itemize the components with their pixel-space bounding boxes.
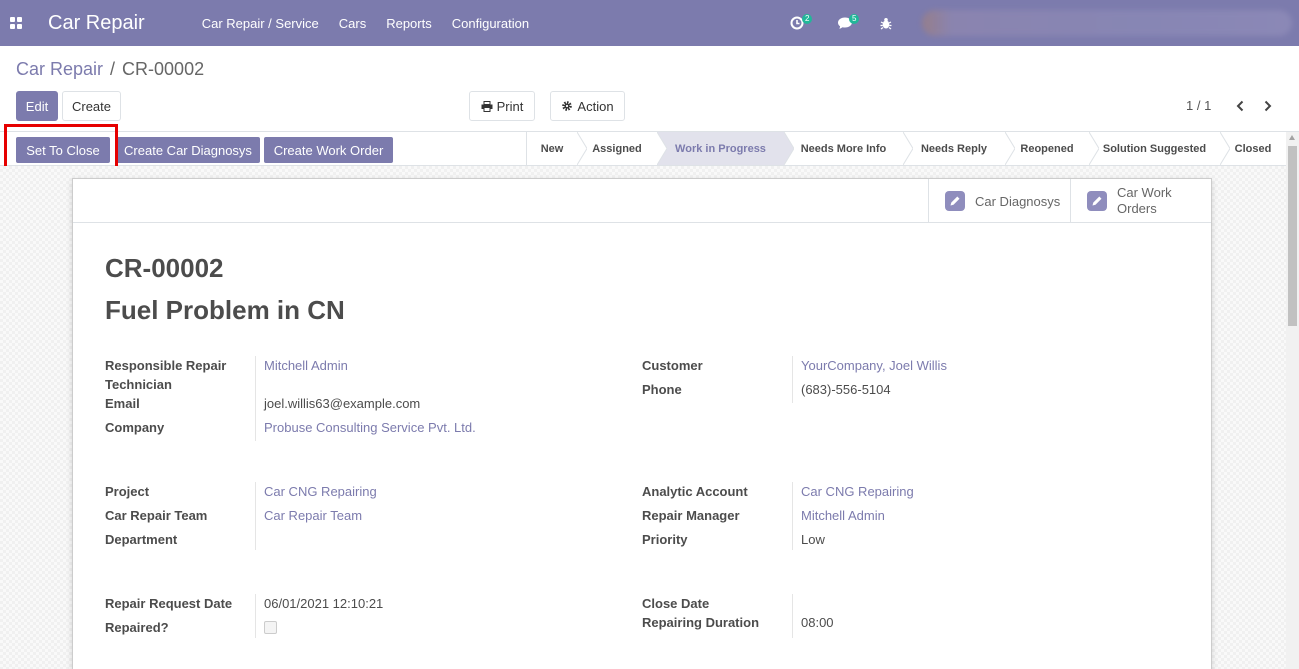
email-field[interactable]: joel.willis63@example.com: [264, 394, 420, 413]
project-field[interactable]: Car CNG Repairing: [264, 482, 377, 501]
priority-label: Priority: [642, 532, 688, 547]
phone-field[interactable]: (683)-556-5104: [801, 380, 891, 399]
company-field[interactable]: Probuse Consulting Service Pvt. Ltd.: [264, 418, 476, 437]
apps-menu-icon[interactable]: [0, 0, 32, 46]
project-label: Project: [105, 484, 150, 499]
print-label: Print: [496, 98, 524, 114]
breadcrumb-current: CR-00002: [122, 59, 205, 79]
smart-button-label-line2: Orders: [1117, 201, 1157, 216]
stage-label: Closed: [1234, 142, 1272, 155]
stage-needs-reply[interactable]: Needs Reply: [903, 132, 1015, 165]
email-label: Email: [105, 396, 140, 411]
car-work-orders-smart-button[interactable]: Car Work Orders: [1070, 179, 1211, 223]
edit-button[interactable]: Edit: [16, 91, 58, 121]
action-button[interactable]: Action: [550, 91, 625, 121]
stage-label: Needs More Info: [800, 142, 887, 155]
field-divider: [255, 356, 256, 441]
stage-label: Work in Progress: [675, 142, 766, 155]
technician-label: Responsible Repair Technician: [105, 358, 227, 392]
chevron-left-icon[interactable]: [1234, 98, 1246, 114]
field-divider: [792, 594, 793, 638]
create-button[interactable]: Create: [62, 91, 121, 121]
chevron-right-icon[interactable]: [1262, 98, 1274, 114]
stage-pipeline: New Assigned Work in Progress Needs More…: [526, 132, 1286, 165]
messages-button[interactable]: 5: [837, 0, 867, 46]
stage-solution-suggested[interactable]: Solution Suggested: [1089, 132, 1230, 165]
company-label: Company: [105, 420, 165, 435]
analytic-account-field[interactable]: Car CNG Repairing: [801, 482, 914, 501]
scroll-up-arrow-icon[interactable]: [1289, 135, 1295, 140]
printer-icon: [481, 100, 493, 112]
stage-needs-more-info[interactable]: Needs More Info: [784, 132, 913, 165]
activity-button[interactable]: 2: [790, 0, 820, 46]
user-menu-avatar[interactable]: [922, 10, 1292, 36]
highlight-annotation-box: [4, 124, 118, 170]
repair-manager-field[interactable]: Mitchell Admin: [801, 506, 885, 525]
app-title[interactable]: Car Repair: [48, 12, 145, 35]
repair-request-date-field[interactable]: 06/01/2021 12:10:21: [264, 594, 383, 613]
scrollbar-thumb[interactable]: [1288, 146, 1297, 326]
pencil-square-icon: [945, 191, 965, 211]
pager-value[interactable]: 1 / 1: [1186, 98, 1211, 113]
team-field[interactable]: Car Repair Team: [264, 506, 362, 525]
messages-count-badge: 5: [849, 14, 860, 24]
print-button[interactable]: Print: [469, 91, 535, 121]
team-label: Car Repair Team: [105, 508, 208, 523]
menu-cars[interactable]: Cars: [339, 16, 366, 31]
create-work-order-button[interactable]: Create Work Order: [264, 137, 393, 163]
activity-count-badge: 2: [802, 14, 813, 24]
car-diagnosys-smart-button[interactable]: Car Diagnosys: [928, 179, 1070, 223]
action-label: Action: [577, 98, 614, 114]
menu-reports[interactable]: Reports: [386, 16, 432, 31]
create-car-diagnosys-button[interactable]: Create Car Diagnosys: [116, 137, 260, 163]
stage-new[interactable]: New: [527, 132, 587, 165]
customer-label: Customer: [642, 358, 703, 373]
repair-manager-label: Repair Manager: [642, 508, 740, 523]
menu-configuration[interactable]: Configuration: [452, 16, 529, 31]
smart-button-label: Car Work Orders: [1117, 185, 1172, 217]
stage-work-in-progress[interactable]: Work in Progress: [657, 132, 794, 165]
vertical-scrollbar[interactable]: [1286, 132, 1299, 669]
pencil-square-icon: [1087, 191, 1107, 211]
menu-car-repair-service[interactable]: Car Repair / Service: [202, 16, 319, 31]
stage-assigned[interactable]: Assigned: [577, 132, 667, 165]
repairing-duration-field[interactable]: 08:00: [801, 613, 834, 632]
field-divider: [792, 482, 793, 550]
smart-button-label: Car Diagnosys: [975, 193, 1061, 209]
analytic-account-label: Analytic Account: [642, 484, 748, 499]
form-sheet: Car Diagnosys Car Work Orders CR-00002 Fu…: [72, 178, 1212, 669]
record-title: Fuel Problem in CN: [105, 295, 345, 325]
repair-request-date-label: Repair Request Date: [105, 596, 233, 611]
stage-label: New: [540, 142, 564, 155]
repaired-checkbox[interactable]: [264, 621, 277, 634]
field-divider: [255, 482, 256, 550]
stage-reopened[interactable]: Reopened: [1005, 132, 1099, 165]
phone-label: Phone: [642, 382, 682, 397]
customer-field[interactable]: YourCompany, Joel Willis: [801, 356, 947, 375]
department-label: Department: [105, 532, 178, 547]
technician-field[interactable]: Mitchell Admin: [264, 356, 348, 375]
smart-button-label-line1: Car Work: [1117, 185, 1172, 200]
record-code: CR-00002: [105, 253, 224, 283]
close-date-label: Close Date: [642, 596, 710, 611]
breadcrumb-separator: /: [110, 59, 116, 79]
priority-field[interactable]: Low: [801, 530, 825, 549]
stage-label: Assigned: [592, 142, 642, 155]
breadcrumb-parent-link[interactable]: Car Repair: [16, 59, 103, 79]
breadcrumb: Car Repair / CR-00002: [16, 59, 204, 80]
field-divider: [792, 356, 793, 403]
smart-button-box: Car Diagnosys Car Work Orders: [73, 179, 1211, 223]
gear-icon: [562, 101, 573, 111]
stage-label: Reopened: [1020, 142, 1074, 155]
debug-icon[interactable]: [880, 0, 894, 46]
form-statusbar: Set To Close Create Car Diagnosys Create…: [0, 131, 1299, 166]
repairing-duration-label: Repairing Duration: [642, 615, 760, 630]
repaired-label: Repaired?: [105, 620, 169, 635]
stage-label: Solution Suggested: [1102, 142, 1207, 155]
field-divider: [255, 594, 256, 638]
stage-label: Needs Reply: [920, 142, 988, 155]
